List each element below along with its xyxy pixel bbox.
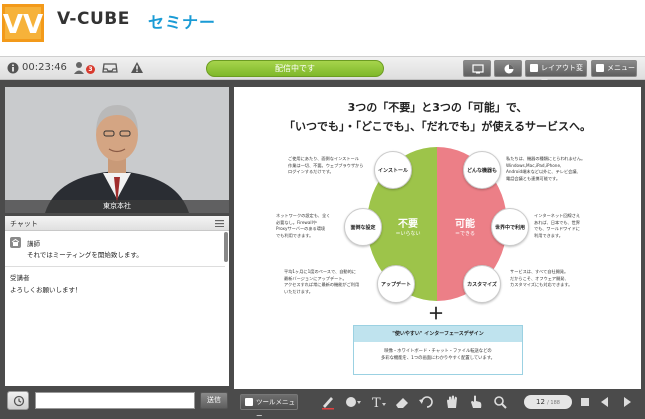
menu-button[interactable]: メニュー [591, 60, 637, 77]
app-header: VV V-CUBE セミナー [0, 0, 645, 56]
pie-chart-icon [504, 64, 514, 74]
tool-menu-label: ツールメニュー [256, 398, 295, 419]
menu-icon [596, 64, 604, 72]
shape-icon[interactable] [342, 394, 362, 410]
hand-grab-icon[interactable] [442, 394, 462, 410]
video-panel[interactable]: 東京本社 [5, 87, 229, 213]
pointer-hand-icon[interactable] [466, 394, 486, 410]
elapsed-timer: 00:23:46 [22, 62, 67, 73]
message-divider [5, 266, 225, 267]
plus-sign: ＋ [428, 304, 445, 323]
monitor-icon [472, 64, 484, 74]
layout-change-button[interactable]: レイアウト変更 [525, 60, 587, 87]
node-customize: カスタマイズ [463, 265, 501, 303]
interface-design-box: "使いやすい" インターフェースデザイン 映像・ホワイトボード・チャット・ファイ… [353, 325, 523, 375]
desc-any-device: 私たちは、機器の種類にとらわれません。 Windows,Mac,iPad,iPh… [506, 156, 586, 181]
node-any-device: どんな機器も [463, 151, 501, 189]
chat-history-button[interactable] [7, 391, 29, 410]
history-icon [13, 395, 25, 407]
top-toolbar: 00:23:46 配信中です レイアウト変更 メニュー [0, 56, 645, 87]
presentation-slide: 3つの「不要」と3つの「可能」で、 「いつでも」・「どこでも」、「だれでも」が使… [234, 87, 641, 389]
chat-scrollbar[interactable] [224, 232, 228, 262]
possible-label: 可能 [455, 219, 475, 230]
tool-menu-icon [245, 398, 253, 406]
warning-icon[interactable] [130, 61, 144, 74]
svg-text:VV: VV [3, 10, 43, 40]
undo-icon[interactable] [417, 394, 437, 410]
video-location-label: 東京本社 [5, 200, 229, 213]
node-complex-settings: 面倒な設定 [344, 208, 382, 246]
slide-title-line1: 3つの「不要」と3つの「可能」で、 [347, 101, 528, 114]
pen-icon[interactable] [318, 394, 338, 410]
presenter-video-image [5, 87, 229, 213]
desc-complex-settings: ネットワークの設定も、全く 必要なし。Firewallや Proxyサーバーのあ… [276, 213, 331, 238]
node-worldwide: 世界中で利用 [491, 208, 529, 246]
zoom-icon[interactable] [491, 394, 511, 410]
node-install: インストール [374, 151, 412, 189]
eraser-icon[interactable] [392, 394, 412, 410]
brand-subtitle: セミナー [148, 13, 217, 32]
possible-sublabel: ＝できる [455, 231, 475, 237]
first-page-icon[interactable] [578, 395, 592, 409]
message-text: それではミーティングを開始致します。 [27, 251, 143, 259]
desc-customize: サービスは、すべて自社開発。 だからこそ、オフウェア開発、 カスタマイズにも対応… [510, 269, 573, 287]
chat-header: チャット [5, 216, 229, 231]
participants-badge: 3 [86, 65, 95, 74]
page-current: 12 [536, 398, 545, 406]
broadcast-status: 配信中です [206, 60, 384, 77]
unnecessary-sublabel: ＝いらない [395, 231, 421, 237]
message-text: よろしくお願いします！ [10, 286, 82, 294]
page-total: / 188 [547, 400, 560, 406]
node-update: アップデート [377, 265, 415, 303]
next-page-icon[interactable] [620, 395, 634, 409]
menu-label: メニュー [607, 64, 635, 72]
inbox-icon[interactable] [102, 61, 118, 75]
stats-button[interactable] [494, 60, 522, 77]
message-sender: 受講者 [10, 274, 30, 282]
tool-menu-button[interactable]: ツールメニュー [240, 394, 298, 419]
previous-page-icon[interactable] [598, 395, 612, 409]
interface-design-text: 映像・ホワイトボード・チャット・ファイル転送などの 多彩な機能を、1つの画面にわ… [381, 349, 495, 361]
desc-worldwide: インターネット回線さえ あれば、日本でも、世界 でも、ワールドワイドに 利用でき… [534, 213, 581, 238]
svg-text:T: T [372, 396, 381, 410]
message-sender: 講師 [27, 240, 40, 248]
chat-input-row: 送信 [5, 390, 229, 412]
desc-install: ご使用にあたり、面倒なインストール 作業は一切、不要。ウェブブラウザから ログイ… [288, 156, 364, 174]
desc-update: 平均1ヶ月に1度のペースで、自動的に 最新バージョンにアップデート。 アクセスす… [284, 269, 360, 294]
send-button[interactable]: 送信 [200, 392, 228, 409]
slide-title-line2: 「いつでも」・「どこでも」、「だれでも」が使えるサービスへ。 [283, 120, 591, 133]
info-icon[interactable] [7, 62, 19, 74]
chat-message-input[interactable] [35, 392, 195, 409]
chat-title: チャット [10, 220, 38, 228]
layout-icon [530, 64, 538, 72]
page-indicator[interactable]: 12 / 188 [524, 395, 572, 409]
v-cube-logo-icon: VV [2, 4, 44, 42]
whiteboard-toolbar: ツールメニュー T 12 / 188 [234, 391, 641, 419]
interface-design-title: "使いやすい" インターフェースデザイン [354, 326, 522, 342]
lecturer-icon [10, 237, 21, 248]
brand-name: V-CUBE [57, 9, 130, 29]
screen-button[interactable] [463, 60, 491, 77]
chat-panel: チャット 講師 それではミーティングを開始致します。 受講者 よろしくお願いしま… [5, 216, 229, 386]
list-menu-icon[interactable] [215, 220, 224, 227]
text-tool-icon[interactable]: T [368, 394, 388, 410]
unnecessary-label: 不要 [398, 219, 418, 230]
